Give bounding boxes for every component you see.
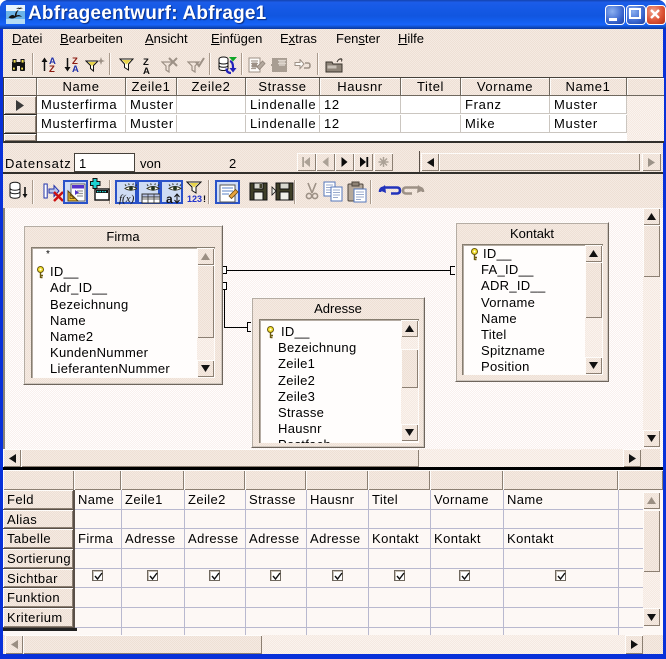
svg-text:f(x): f(x) <box>119 193 135 205</box>
svg-text:a: a <box>166 192 173 205</box>
svg-text:!: ! <box>203 194 206 204</box>
svg-text:123: 123 <box>187 194 202 204</box>
svg-text:A: A <box>143 66 150 74</box>
svg-text:Z: Z <box>49 64 55 72</box>
svg-text:A: A <box>72 64 79 72</box>
